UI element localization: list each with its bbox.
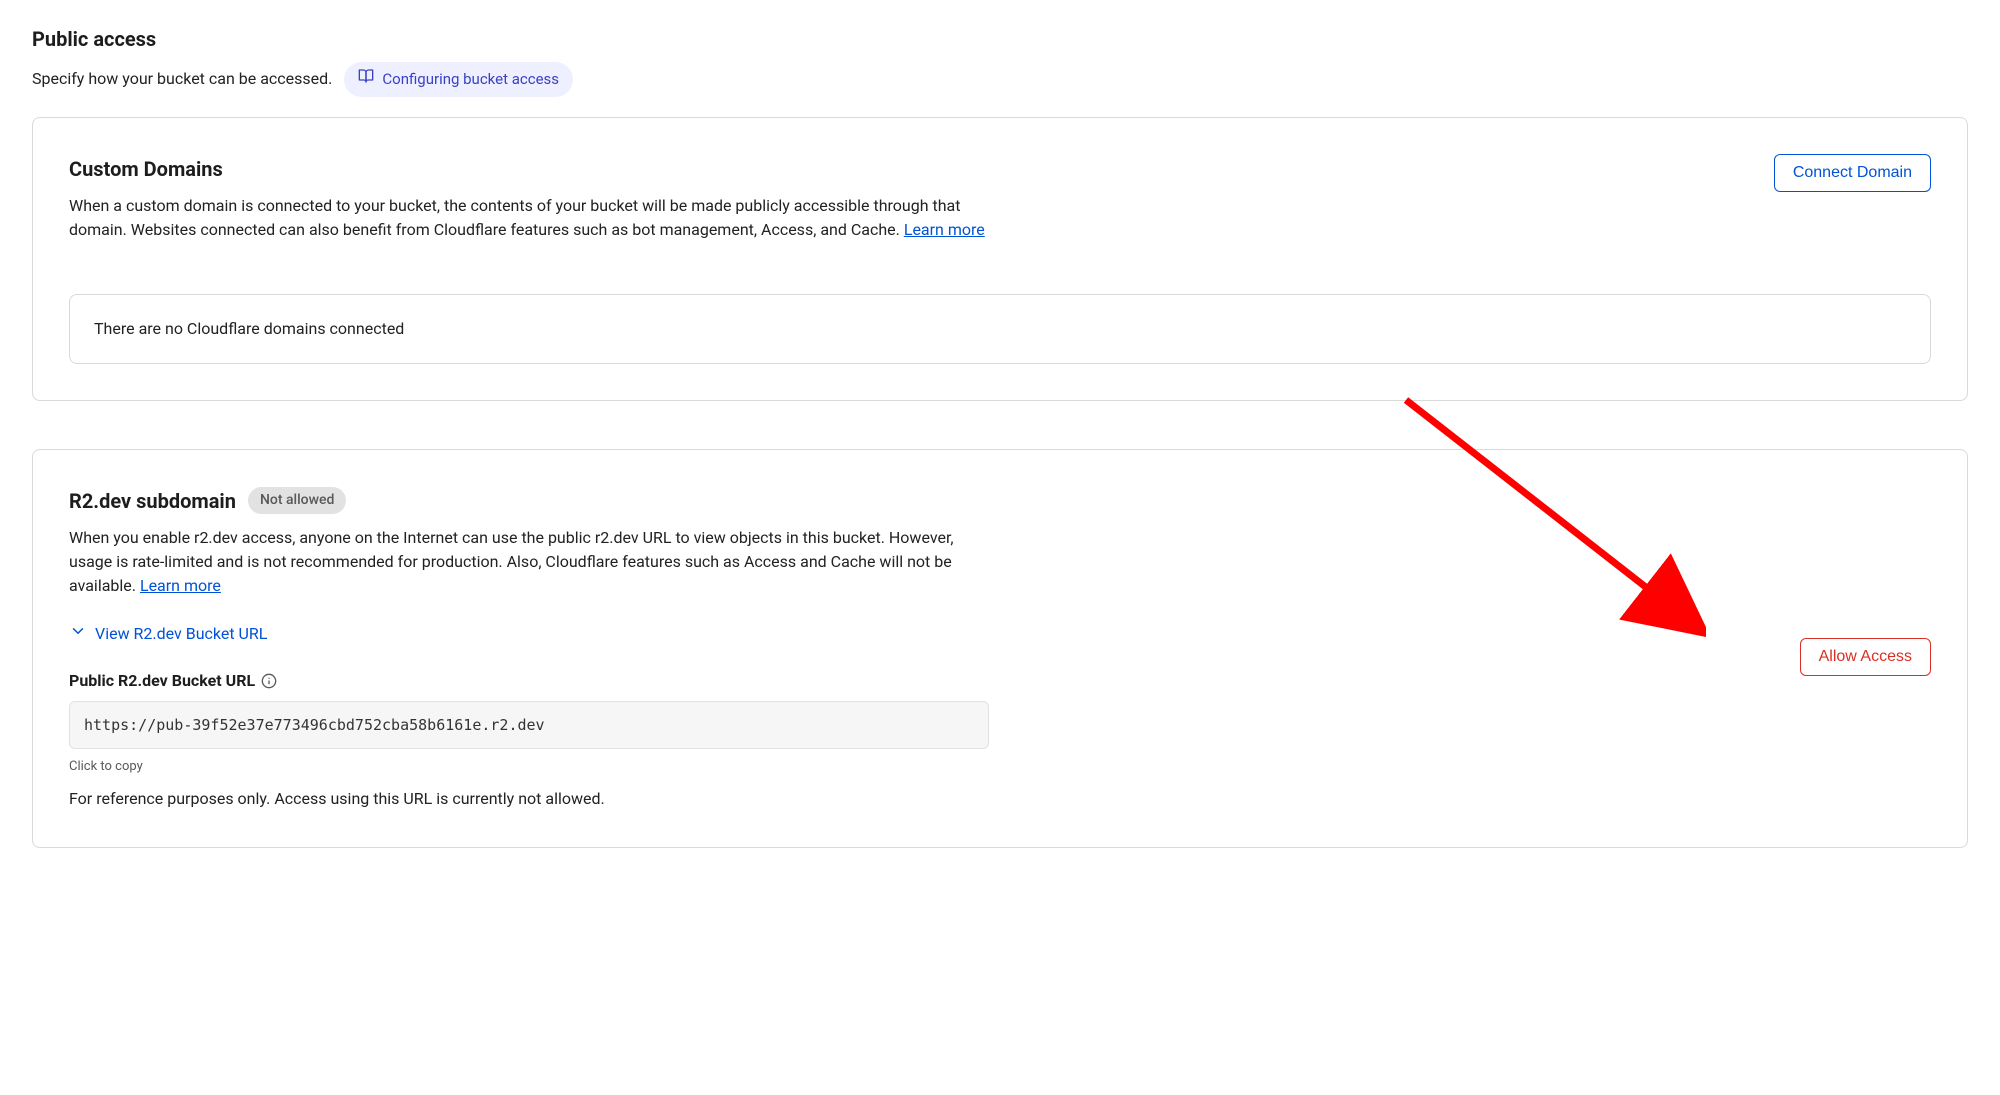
info-icon[interactable] [261, 673, 277, 689]
copy-hint: Click to copy [69, 757, 989, 777]
docs-link-label: Configuring bucket access [382, 68, 559, 91]
annotation-arrow-icon [1396, 390, 1706, 640]
learn-more-link-r2dev[interactable]: Learn more [140, 576, 221, 595]
section-subtitle: Specify how your bucket can be accessed. [32, 67, 332, 91]
chevron-down-icon [69, 622, 87, 647]
custom-domains-description: When a custom domain is connected to you… [69, 194, 989, 242]
section-title: Public access [32, 24, 1968, 54]
view-bucket-url-toggle[interactable]: View R2.dev Bucket URL [69, 622, 267, 647]
connect-domain-button[interactable]: Connect Domain [1774, 154, 1931, 192]
status-badge: Not allowed [248, 487, 346, 514]
docs-link-configuring-bucket-access[interactable]: Configuring bucket access [344, 62, 573, 97]
bucket-url-label: Public R2.dev Bucket URL [69, 669, 255, 693]
r2dev-title: R2.dev subdomain [69, 486, 236, 516]
r2dev-title-row: R2.dev subdomain Not allowed [69, 486, 989, 516]
bucket-url-value[interactable]: https://pub-39f52e37e773496cbd752cba58b6… [69, 701, 989, 750]
reference-note: For reference purposes only. Access usin… [69, 787, 989, 811]
bucket-url-label-row: Public R2.dev Bucket URL [69, 669, 989, 693]
custom-domains-description-text: When a custom domain is connected to you… [69, 196, 960, 239]
r2dev-description: When you enable r2.dev access, anyone on… [69, 526, 989, 598]
learn-more-link-custom-domains[interactable]: Learn more [904, 220, 985, 239]
view-bucket-url-label: View R2.dev Bucket URL [95, 622, 267, 646]
custom-domains-empty-state: There are no Cloudflare domains connecte… [69, 294, 1931, 364]
r2dev-card: R2.dev subdomain Not allowed When you en… [32, 449, 1968, 848]
allow-access-button[interactable]: Allow Access [1800, 638, 1931, 676]
custom-domains-card: Custom Domains When a custom domain is c… [32, 117, 1968, 401]
section-sub-row: Specify how your bucket can be accessed.… [32, 62, 1968, 97]
custom-domains-title: Custom Domains [69, 154, 989, 184]
book-icon [358, 68, 374, 91]
